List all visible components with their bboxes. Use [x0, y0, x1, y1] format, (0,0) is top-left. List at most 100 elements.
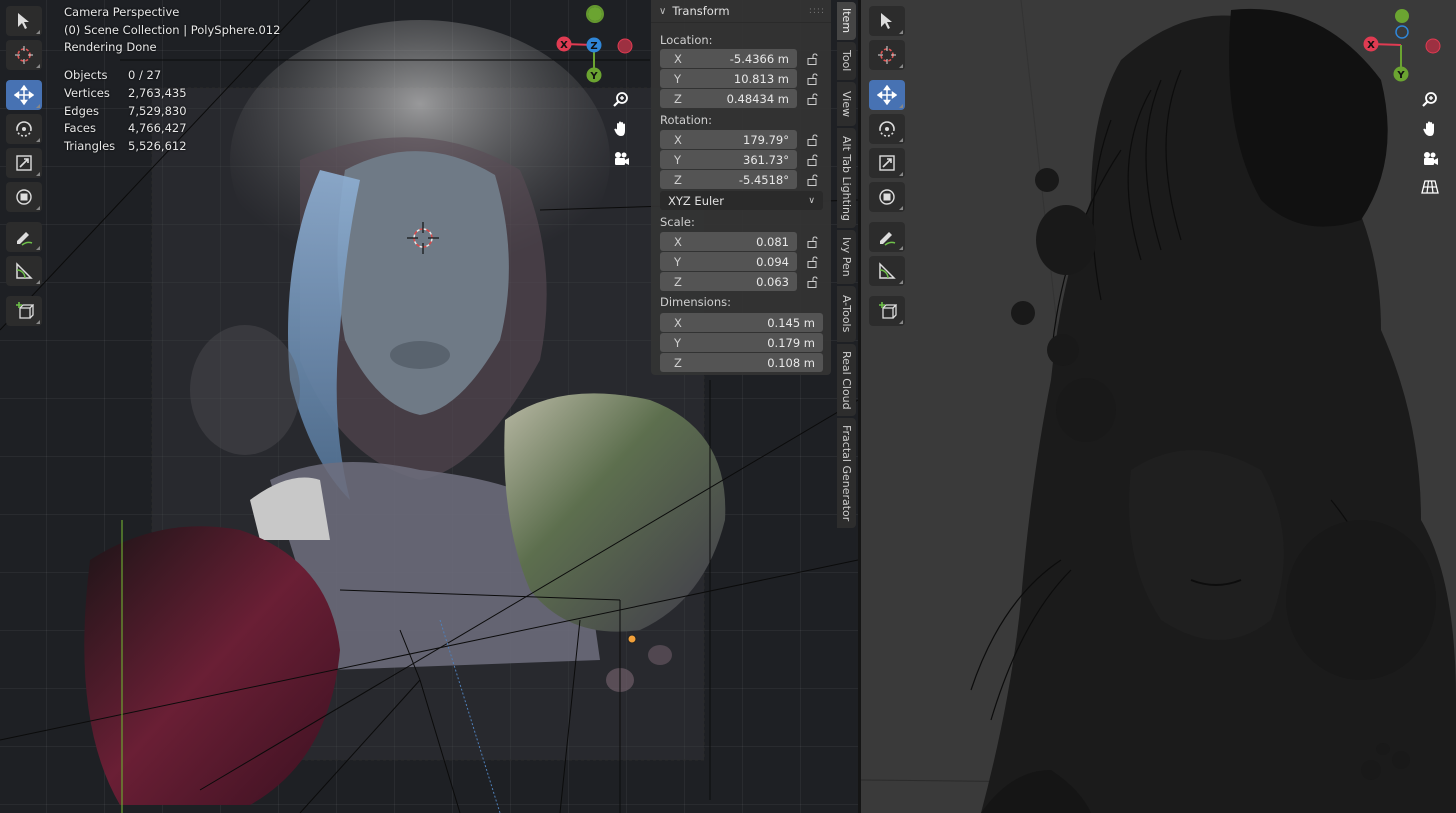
- rotation-y-field[interactable]: Y 361.73°: [660, 150, 797, 169]
- lock-rotation-z-toggle[interactable]: [805, 173, 821, 187]
- annotate-tool[interactable]: [6, 222, 42, 252]
- viewport-left-rendered[interactable]: Camera Perspective (0) Scene Collection …: [0, 0, 858, 813]
- gizmo-y-label: Y: [1396, 70, 1405, 81]
- move-arrows-icon: [14, 85, 34, 105]
- ruler-icon: [879, 262, 896, 279]
- scale-label: Scale:: [660, 215, 695, 229]
- add-cube-tool[interactable]: [869, 296, 905, 326]
- annotate-tool[interactable]: [869, 222, 905, 252]
- viewport-right-solid[interactable]: X Y: [861, 0, 1456, 813]
- rotation-mode-select[interactable]: XYZ Euler ∨: [660, 191, 823, 210]
- location-z-row: Z 0.48434 m: [660, 89, 824, 108]
- unlock-icon: [807, 153, 818, 166]
- cursor-tool[interactable]: [869, 40, 905, 70]
- scale-x-field[interactable]: X 0.081: [660, 232, 797, 251]
- cursor-tool[interactable]: [6, 40, 42, 70]
- transform-icon: [16, 189, 32, 205]
- unlock-icon: [807, 173, 818, 186]
- rotation-z-field[interactable]: Z -5.4518°: [660, 170, 797, 189]
- unlock-icon: [807, 52, 818, 65]
- dimensions-y-row: Y 0.179 m: [660, 333, 824, 352]
- tab-item[interactable]: Item: [837, 2, 856, 40]
- add-cube-icon: [16, 302, 34, 319]
- transform-tool[interactable]: [869, 182, 905, 212]
- scale-z-field[interactable]: Z 0.063: [660, 272, 797, 291]
- tab-view[interactable]: View: [837, 82, 856, 126]
- lock-scale-x-toggle[interactable]: [805, 235, 821, 249]
- scale-icon: [16, 155, 32, 171]
- location-x-field[interactable]: X -5.4366 m: [660, 49, 797, 68]
- viewport-overlay-info: Camera Perspective (0) Scene Collection …: [64, 4, 280, 156]
- dimensions-y-field[interactable]: Y 0.179 m: [660, 333, 823, 352]
- lock-location-x-toggle[interactable]: [805, 52, 821, 66]
- zoom-view-button[interactable]: [1417, 86, 1443, 112]
- location-y-row: Y 10.813 m: [660, 69, 824, 88]
- transform-tool[interactable]: [6, 182, 42, 212]
- tab-alt-tab-lighting[interactable]: Alt Tab Lighting: [837, 128, 856, 228]
- measure-tool[interactable]: [6, 256, 42, 286]
- camera-view-button[interactable]: [608, 146, 634, 172]
- scale-tool[interactable]: [6, 148, 42, 178]
- lock-scale-y-toggle[interactable]: [805, 255, 821, 269]
- scale-z-row: Z 0.063: [660, 272, 824, 291]
- rotation-x-field[interactable]: X 179.79°: [660, 130, 797, 149]
- camera-view-button[interactable]: [1417, 146, 1443, 172]
- drag-handle-icon[interactable]: ::::: [809, 6, 825, 16]
- location-y-field[interactable]: Y 10.813 m: [660, 69, 797, 88]
- scale-y-field[interactable]: Y 0.094: [660, 252, 797, 271]
- unlock-icon: [807, 255, 818, 268]
- transform-panel-header[interactable]: ∨ Transform ::::: [651, 0, 831, 23]
- stat-vertices: Vertices 2,763,435: [64, 85, 187, 100]
- gizmo-y-label: Y: [589, 71, 598, 82]
- location-label: Location:: [660, 33, 713, 47]
- scale-tool[interactable]: [869, 148, 905, 178]
- dimensions-label: Dimensions:: [660, 295, 731, 309]
- select-box-tool[interactable]: [869, 6, 905, 36]
- zoom-view-button[interactable]: [608, 86, 634, 112]
- lock-location-z-toggle[interactable]: [805, 92, 821, 106]
- stat-faces: Faces 4,766,427: [64, 121, 187, 136]
- select-box-tool[interactable]: [6, 6, 42, 36]
- transform-panel: ∨ Transform :::: Location: X -5.4366 m Y1…: [651, 0, 831, 375]
- navigation-gizmo-left[interactable]: X Z Y: [552, 2, 640, 90]
- move-tool[interactable]: [6, 80, 42, 110]
- dimensions-z-field[interactable]: Z 0.108 m: [660, 353, 823, 372]
- tab-a-tools[interactable]: A-Tools: [837, 286, 856, 342]
- lock-rotation-x-toggle[interactable]: [805, 133, 821, 147]
- rotate-tool[interactable]: [869, 114, 905, 144]
- location-z-field[interactable]: Z 0.48434 m: [660, 89, 797, 108]
- collapse-chevron-icon: ∨: [659, 5, 667, 17]
- pan-view-button[interactable]: [1417, 116, 1443, 142]
- ruler-icon: [16, 262, 33, 279]
- gizmo-z-label: Z: [590, 41, 597, 52]
- grid-perspective-icon: [1421, 180, 1439, 194]
- rotation-label: Rotation:: [660, 113, 712, 127]
- rotation-y-row: Y 361.73°: [660, 150, 824, 169]
- tab-tool[interactable]: Tool: [837, 42, 856, 80]
- tab-ivy-pen[interactable]: Ivy Pen: [837, 230, 856, 284]
- 3d-cursor-icon: [15, 46, 33, 64]
- toggle-perspective-button[interactable]: [1417, 174, 1443, 200]
- tab-real-cloud[interactable]: Real Cloud: [837, 344, 856, 416]
- annotate-pencil-icon: [880, 232, 896, 246]
- measure-tool[interactable]: [869, 256, 905, 286]
- lock-rotation-y-toggle[interactable]: [805, 153, 821, 167]
- rotation-x-row: X 179.79°: [660, 130, 824, 149]
- transform-icon: [879, 189, 895, 205]
- navigation-gizmo-right[interactable]: X Y: [1359, 2, 1451, 88]
- rotate-icon: [16, 121, 32, 137]
- video-camera-icon: [615, 152, 629, 165]
- render-status: Rendering Done: [64, 40, 157, 55]
- dimensions-x-field[interactable]: X 0.145 m: [660, 313, 823, 332]
- gizmo-x-label: X: [1367, 40, 1375, 51]
- lock-location-y-toggle[interactable]: [805, 72, 821, 86]
- rotate-tool[interactable]: [6, 114, 42, 144]
- move-tool[interactable]: [869, 80, 905, 110]
- pan-view-button[interactable]: [608, 116, 634, 142]
- gizmo-x-label: X: [560, 40, 568, 51]
- add-cube-tool[interactable]: [6, 296, 42, 326]
- lock-scale-z-toggle[interactable]: [805, 275, 821, 289]
- unlock-icon: [807, 235, 818, 248]
- transform-panel-title: Transform: [672, 4, 730, 18]
- tab-fractal-generator[interactable]: Fractal Generator: [837, 418, 856, 528]
